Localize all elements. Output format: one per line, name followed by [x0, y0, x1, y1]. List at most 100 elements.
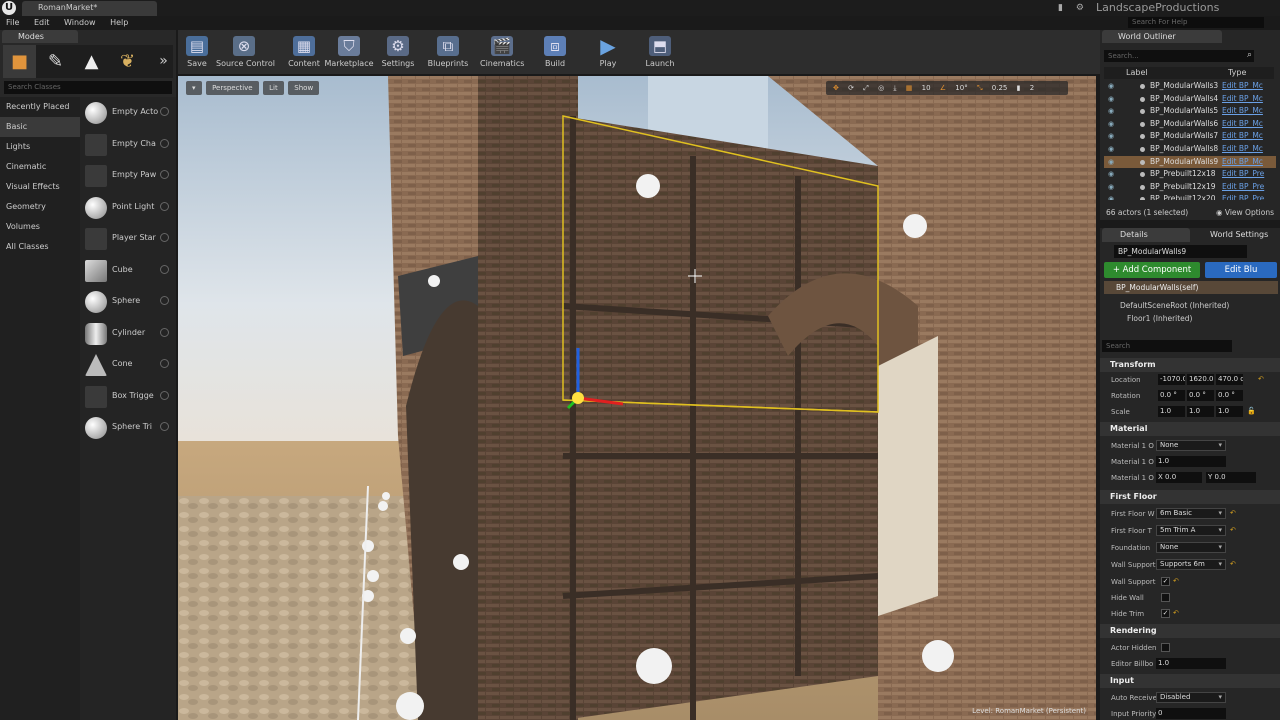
- content-button[interactable]: ▦ Content: [286, 30, 322, 74]
- surface-snap-icon[interactable]: ⤓: [893, 81, 896, 95]
- paint-mode-icon[interactable]: ✎: [39, 45, 72, 78]
- scale-x-field[interactable]: 1.0: [1158, 406, 1185, 417]
- type-column-header[interactable]: Type: [1228, 68, 1246, 77]
- first-floor-wall-dropdown[interactable]: 6m Basic: [1156, 508, 1226, 519]
- rotation-y-field[interactable]: 0.0 °: [1187, 390, 1214, 401]
- visibility-eye-icon[interactable]: ◉: [1108, 118, 1114, 131]
- material-value-field[interactable]: 1.0: [1156, 456, 1226, 467]
- source-control-button[interactable]: ⊗ Source Control: [216, 30, 275, 74]
- reset-icon[interactable]: ↶: [1258, 375, 1264, 383]
- label-column-header[interactable]: Label: [1126, 68, 1148, 77]
- info-icon[interactable]: [160, 359, 169, 368]
- list-item[interactable]: Cylinder: [80, 318, 176, 350]
- menu-edit[interactable]: Edit: [34, 16, 50, 30]
- menu-help[interactable]: Help: [110, 16, 128, 30]
- menu-file[interactable]: File: [6, 16, 19, 30]
- level-viewport[interactable]: ▾ Perspective Lit Show ✥ ⟳ ⤢ ◎ ⤓ ▦ 10 ∠ …: [178, 76, 1096, 720]
- visibility-eye-icon[interactable]: ◉: [1108, 143, 1114, 156]
- window-controls[interactable]: ▮ ⚙: [1058, 3, 1089, 13]
- edit-blueprint-link[interactable]: Edit BP_Pre: [1222, 193, 1264, 200]
- outliner-row[interactable]: ◉ BP_Prebuilt12x19 Edit BP_Pre: [1104, 181, 1276, 194]
- material-y-field[interactable]: Y 0.0: [1206, 472, 1256, 483]
- list-item[interactable]: Player Star: [80, 223, 176, 255]
- material-dropdown[interactable]: None: [1156, 440, 1226, 451]
- category-basic[interactable]: Basic: [0, 117, 80, 137]
- visibility-eye-icon[interactable]: ◉: [1108, 80, 1114, 93]
- info-icon[interactable]: [160, 233, 169, 242]
- camera-speed-value[interactable]: 2: [1030, 81, 1034, 95]
- world-outliner-tab[interactable]: World Outliner: [1102, 30, 1222, 43]
- location-x-field[interactable]: -1070.0: [1158, 374, 1185, 385]
- cinematics-button[interactable]: 🎬 Cinematics: [480, 30, 524, 74]
- visibility-eye-icon[interactable]: ◉: [1108, 156, 1114, 169]
- reset-icon[interactable]: ↶: [1230, 560, 1236, 568]
- foliage-mode-icon[interactable]: ❦: [111, 45, 144, 78]
- view-options-button[interactable]: ◉ View Options: [1216, 208, 1274, 217]
- edit-blueprint-link[interactable]: Edit BP_Mc: [1222, 105, 1263, 118]
- edit-blueprint-link[interactable]: Edit BP_Mc: [1222, 93, 1263, 106]
- info-icon[interactable]: [160, 422, 169, 431]
- outliner-row[interactable]: ◉ BP_ModularWalls6 Edit BP_Mc: [1104, 118, 1276, 131]
- outliner-row[interactable]: ◉ BP_ModularWalls4 Edit BP_Mc: [1104, 93, 1276, 106]
- outliner-row[interactable]: ◉ BP_ModularWalls9 Edit BP_Mc: [1104, 155, 1276, 169]
- transform-section[interactable]: Transform: [1100, 358, 1280, 372]
- more-modes-chevron-icon[interactable]: »: [147, 45, 180, 78]
- camera-speed-icon[interactable]: ▮: [1017, 81, 1021, 95]
- lock-icon[interactable]: 🔓: [1247, 407, 1256, 415]
- rotation-z-field[interactable]: 0.0 °: [1216, 390, 1243, 401]
- outliner-search-input[interactable]: Search...: [1104, 50, 1254, 62]
- location-y-field[interactable]: 1620.0: [1187, 374, 1214, 385]
- outliner-row[interactable]: ◉ BP_Prebuilt12x18 Edit BP_Pre: [1104, 168, 1276, 181]
- rotation-label[interactable]: Rotation: [1111, 392, 1157, 400]
- input-section[interactable]: Input: [1100, 674, 1280, 688]
- category-lights[interactable]: Lights: [0, 137, 80, 157]
- visibility-eye-icon[interactable]: ◉: [1108, 193, 1114, 200]
- add-component-button[interactable]: + Add Component: [1104, 262, 1200, 278]
- hide-wall-checkbox[interactable]: [1161, 593, 1170, 602]
- help-search-input[interactable]: Search For Help: [1128, 17, 1264, 28]
- list-item[interactable]: Point Light: [80, 192, 176, 224]
- actor-hidden-checkbox[interactable]: [1161, 643, 1170, 652]
- landscape-mode-icon[interactable]: ▲: [75, 45, 108, 78]
- build-button[interactable]: ⧈ Build: [540, 30, 570, 74]
- category-geometry[interactable]: Geometry: [0, 197, 80, 217]
- edit-blueprint-link[interactable]: Edit BP_Pre: [1222, 181, 1264, 194]
- edit-blueprint-link[interactable]: Edit BP_Mc: [1222, 118, 1263, 131]
- reset-icon[interactable]: ↶: [1173, 609, 1179, 617]
- lit-button[interactable]: Lit: [263, 81, 284, 95]
- perspective-button[interactable]: Perspective: [206, 81, 259, 95]
- details-tab[interactable]: Details: [1102, 228, 1190, 242]
- launch-button[interactable]: ⬒ Launch: [644, 30, 676, 74]
- play-button[interactable]: ▶ Play: [592, 30, 624, 74]
- wall-support-checkbox[interactable]: ✓: [1161, 577, 1170, 586]
- actor-name-field[interactable]: BP_ModularWalls9: [1114, 245, 1247, 258]
- first-floor-section[interactable]: First Floor: [1100, 490, 1280, 504]
- rotation-snap-icon[interactable]: ∠: [940, 81, 946, 95]
- info-icon[interactable]: [160, 390, 169, 400]
- visibility-eye-icon[interactable]: ◉: [1108, 93, 1114, 106]
- save-button[interactable]: ▤ Save: [182, 30, 212, 74]
- world-local-icon[interactable]: ◎: [878, 81, 884, 95]
- info-icon[interactable]: [160, 170, 169, 179]
- info-icon[interactable]: [160, 327, 169, 337]
- modes-tab[interactable]: Modes: [2, 30, 78, 43]
- reset-icon[interactable]: ↶: [1173, 577, 1179, 585]
- outliner-row[interactable]: ◉ BP_ModularWalls3 Edit BP_Mc: [1104, 80, 1276, 93]
- scale-icon[interactable]: ⤢: [863, 81, 869, 95]
- viewport-options-chevron-icon[interactable]: ▾: [186, 81, 202, 95]
- grid-snap-value[interactable]: 10: [922, 81, 931, 95]
- hide-trim-checkbox[interactable]: ✓: [1161, 609, 1170, 618]
- info-icon[interactable]: [160, 138, 169, 148]
- outliner-row[interactable]: ◉ BP_ModularWalls5 Edit BP_Mc: [1104, 105, 1276, 118]
- info-icon[interactable]: [160, 296, 169, 305]
- place-mode-icon[interactable]: ■: [3, 45, 36, 78]
- list-item[interactable]: Cube: [80, 255, 176, 287]
- scale-y-field[interactable]: 1.0: [1187, 406, 1214, 417]
- default-scene-root-component[interactable]: DefaultSceneRoot (Inherited): [1120, 301, 1229, 310]
- material-x-field[interactable]: X 0.0: [1156, 472, 1202, 483]
- reset-icon[interactable]: ↶: [1230, 509, 1236, 517]
- level-document-tab[interactable]: RomanMarket*: [22, 1, 157, 16]
- category-visual-effects[interactable]: Visual Effects: [0, 177, 80, 197]
- scale-snap-icon[interactable]: ⤡: [977, 81, 983, 95]
- reset-icon[interactable]: ↶: [1230, 526, 1236, 534]
